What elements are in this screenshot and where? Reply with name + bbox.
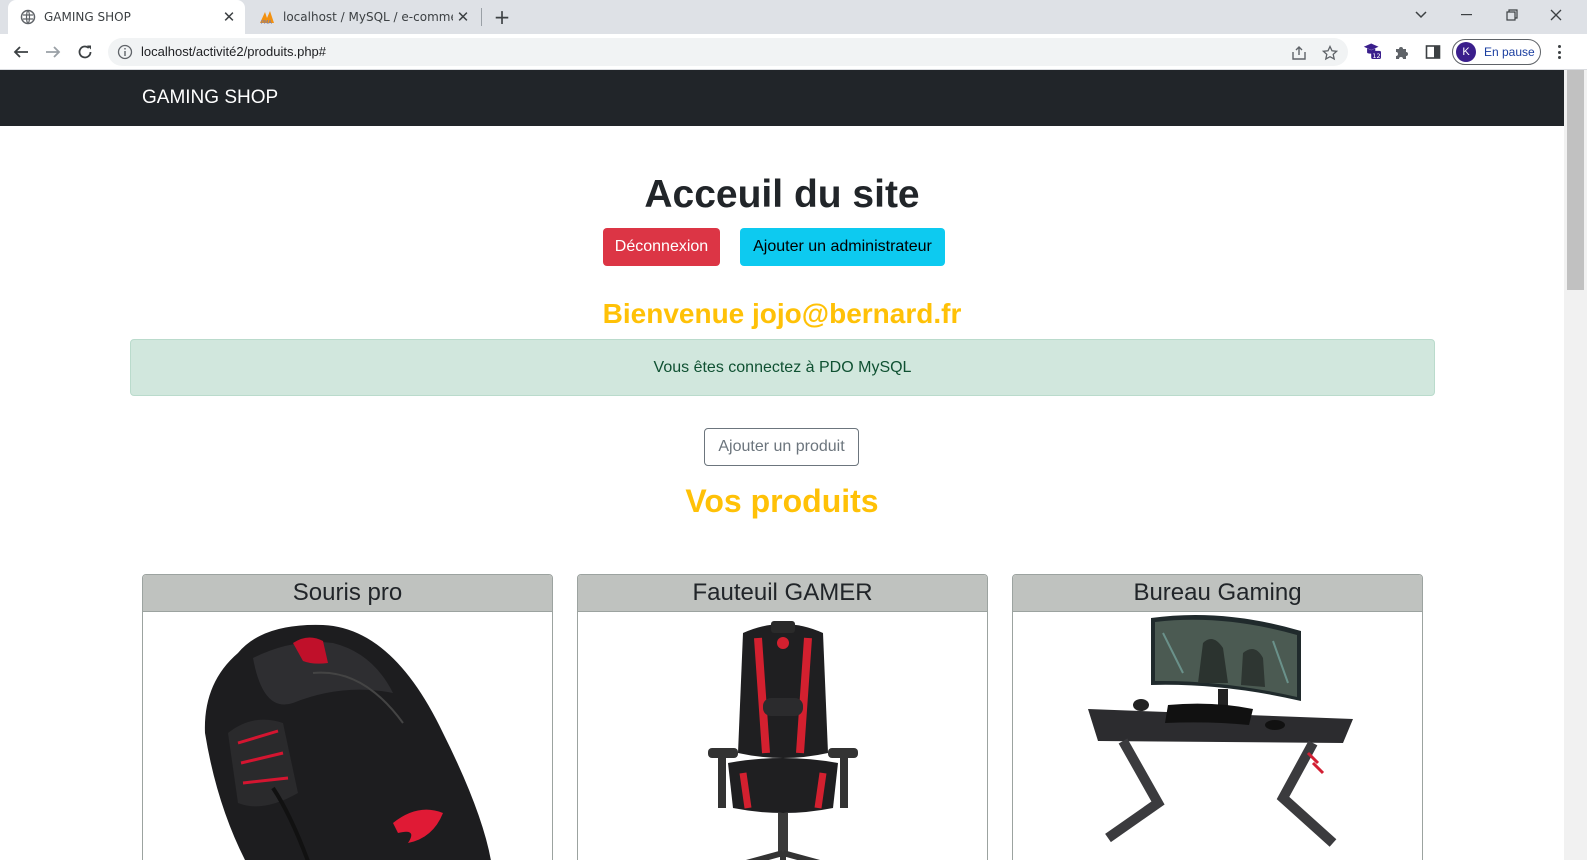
tab-gaming-shop[interactable]: GAMING SHOP ✕: [8, 0, 245, 34]
close-window-icon[interactable]: [1535, 0, 1577, 30]
forward-arrow-icon[interactable]: [39, 38, 67, 66]
bookmark-star-icon[interactable]: [1321, 44, 1339, 62]
product-name: Fauteuil GAMER: [578, 575, 987, 612]
tab-search-chevron-icon[interactable]: [1400, 0, 1442, 30]
restore-icon[interactable]: [1491, 0, 1533, 30]
tab-separator: [481, 8, 482, 26]
add-product-button[interactable]: Ajouter un produit: [704, 428, 859, 466]
close-tab-icon[interactable]: ✕: [453, 7, 473, 27]
products-heading: Vos produits: [685, 483, 879, 519]
tab-title: GAMING SHOP: [44, 10, 131, 24]
new-tab-plus-icon[interactable]: +: [490, 5, 514, 29]
extension-graduation-icon[interactable]: 12: [1363, 41, 1381, 60]
browser-toolbar: localhost/activité2/produits.php# 12 K E…: [0, 34, 1587, 70]
close-tab-icon[interactable]: ✕: [219, 7, 239, 27]
more-menu-icon[interactable]: [1552, 43, 1566, 61]
extension-badge-count: 12: [1372, 52, 1380, 60]
scrollbar-thumb[interactable]: [1567, 70, 1584, 290]
product-card[interactable]: Fauteuil GAMER: [577, 574, 988, 860]
tab-title: localhost / MySQL / e-commerce: [283, 10, 453, 24]
extensions-puzzle-icon[interactable]: [1393, 43, 1411, 61]
tab-phpmyadmin[interactable]: PMA localhost / MySQL / e-commerce ✕: [247, 0, 479, 34]
url-text: localhost/activité2/produits.php#: [141, 44, 327, 59]
profile-status: En pause: [1484, 45, 1535, 59]
share-icon[interactable]: [1290, 44, 1308, 62]
gaming-chair-image: [578, 613, 987, 860]
welcome-heading: Bienvenue jojo@bernard.fr: [602, 298, 962, 329]
side-panel-icon[interactable]: [1424, 43, 1442, 61]
page-viewport: GAMING SHOP Acceuil du site Déconnexion …: [0, 70, 1587, 860]
gaming-desk-image: [1013, 613, 1422, 860]
address-bar[interactable]: localhost/activité2/produits.php#: [108, 38, 1348, 66]
product-name: Bureau Gaming: [1013, 575, 1422, 612]
page-scrollbar[interactable]: [1564, 70, 1587, 860]
product-card[interactable]: Bureau Gaming: [1012, 574, 1423, 860]
back-arrow-icon[interactable]: [7, 38, 35, 66]
minimize-icon[interactable]: [1446, 0, 1488, 30]
svg-text:PMA: PMA: [261, 20, 272, 25]
profile-button[interactable]: K En pause: [1452, 39, 1541, 65]
gaming-mouse-image: [143, 613, 552, 860]
page-title: Acceuil du site: [644, 173, 920, 216]
add-admin-button[interactable]: Ajouter un administrateur: [740, 228, 945, 266]
navbar-brand[interactable]: GAMING SHOP: [142, 87, 278, 109]
site-info-icon[interactable]: [117, 44, 133, 60]
alert-text: Vous êtes connectez à PDO MySQL: [653, 358, 912, 376]
logout-button[interactable]: Déconnexion: [603, 228, 720, 266]
product-card[interactable]: Souris pro: [142, 574, 553, 860]
reload-icon[interactable]: [71, 38, 99, 66]
connection-alert: Vous êtes connectez à PDO MySQL: [130, 339, 1435, 396]
product-name: Souris pro: [143, 575, 552, 612]
browser-tab-strip: GAMING SHOP ✕ PMA localhost / MySQL / e-…: [0, 0, 1587, 34]
avatar: K: [1456, 42, 1476, 62]
globe-icon: [20, 9, 36, 25]
phpmyadmin-icon: PMA: [259, 9, 275, 25]
site-navbar: GAMING SHOP: [0, 70, 1564, 126]
